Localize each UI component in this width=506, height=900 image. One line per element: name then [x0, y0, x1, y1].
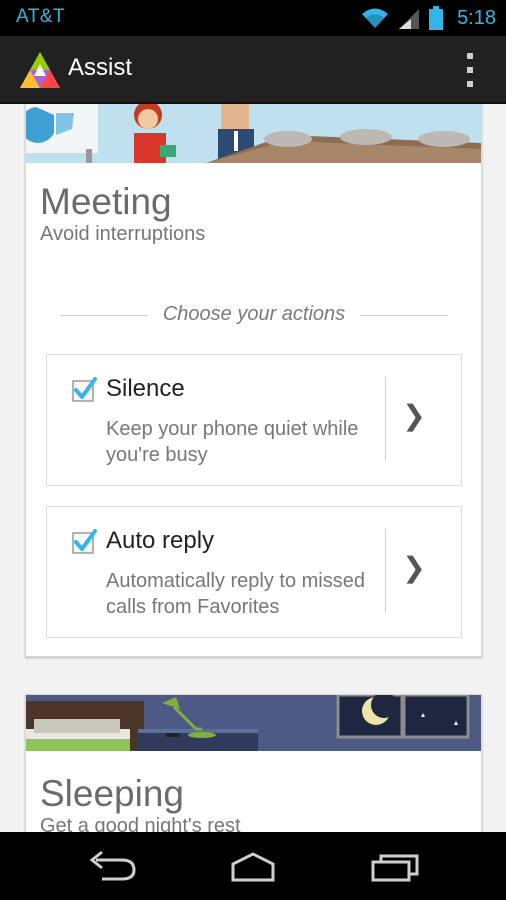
meeting-banner-illustration [26, 104, 481, 163]
auto-reply-checkbox[interactable] [71, 529, 97, 555]
action-auto-reply[interactable]: Auto reply Automatically reply to missed… [46, 506, 462, 638]
app-title: Assist [68, 54, 133, 81]
meeting-card: Meeting Avoid interruptions Choose your … [25, 104, 482, 657]
action-title-auto-reply: Auto reply [106, 527, 215, 554]
card-subtitle-sleeping: Get a good night's rest [40, 815, 241, 832]
chevron-right-icon[interactable]: ❯ [399, 399, 429, 433]
card-title-sleeping: Sleeping [40, 773, 185, 814]
navigation-bar [0, 832, 506, 900]
action-silence[interactable]: Silence Keep your phone quiet while you'… [46, 354, 462, 486]
recents-icon[interactable] [365, 848, 425, 884]
content-scroll-area[interactable]: Meeting Avoid interruptions Choose your … [0, 104, 506, 832]
action-description-silence: Keep your phone quiet while you're busy [106, 418, 359, 466]
action-description-auto-reply: Automatically reply to missed calls from… [106, 570, 365, 618]
status-bar: AT&T 5:18 [0, 0, 506, 36]
wifi-icon [362, 8, 389, 28]
sleeping-banner-illustration [26, 695, 481, 751]
battery-icon [429, 6, 444, 30]
overflow-dot [467, 53, 473, 59]
sleeping-card[interactable]: Sleeping Get a good night's rest [25, 694, 482, 832]
status-icons: 5:18 [361, 5, 496, 31]
home-icon[interactable] [223, 848, 283, 884]
signal-icon [399, 9, 420, 29]
carrier-name: AT&T [16, 6, 66, 27]
card-subtitle-meeting: Avoid interruptions [40, 223, 206, 245]
action-separator [385, 377, 386, 461]
card-title-meeting: Meeting [40, 181, 172, 222]
divider-line [360, 315, 448, 316]
action-title-silence: Silence [106, 375, 185, 402]
clock: 5:18 [457, 6, 496, 29]
choose-actions-divider: Choose your actions [60, 303, 448, 327]
silence-checkbox[interactable] [71, 377, 97, 403]
overflow-menu-button[interactable] [464, 53, 476, 87]
overflow-dot [467, 81, 473, 87]
assist-logo-icon [20, 52, 60, 88]
chevron-right-icon[interactable]: ❯ [399, 551, 429, 585]
overflow-dot [467, 67, 473, 73]
action-bar: Assist [0, 36, 506, 104]
back-icon[interactable] [82, 848, 142, 884]
action-separator [385, 529, 386, 613]
